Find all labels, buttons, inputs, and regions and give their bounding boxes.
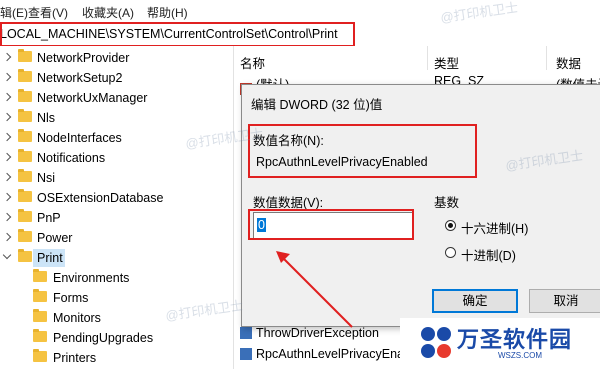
address-highlight-box	[0, 22, 355, 47]
ok-button[interactable]: 确定	[432, 289, 518, 313]
tree-item-label: PnP	[37, 211, 61, 225]
tree-item-label: NetworkUxManager	[37, 91, 148, 105]
tree-item-label: Forms	[53, 291, 89, 305]
tree-item-label: NetworkProvider	[37, 51, 130, 65]
chevron-right-icon[interactable]	[2, 192, 12, 202]
dialog-title: 编辑 DWORD (32 位)值	[251, 98, 383, 112]
tree-item-label: NodeInterfaces	[37, 131, 122, 145]
tree-item[interactable]: OSExtensionDatabase	[0, 188, 233, 208]
tree-item[interactable]: NetworkSetup2	[0, 68, 233, 88]
tree-item-label: Notifications	[37, 151, 106, 165]
cancel-button[interactable]: 取消	[529, 289, 600, 313]
tree-item-label: Environments	[53, 271, 130, 285]
menu-help[interactable]: 帮助(H)	[147, 4, 188, 21]
base-group-label: 基数	[434, 196, 460, 210]
dword-value-icon	[240, 348, 252, 360]
menu-favorites[interactable]: 收藏夹(A)	[82, 4, 134, 21]
folder-icon	[18, 189, 32, 202]
chevron-right-icon[interactable]	[2, 232, 12, 242]
chevron-right-icon[interactable]	[2, 72, 12, 82]
folder-icon	[18, 229, 32, 242]
tree-item[interactable]: Environments	[0, 268, 233, 288]
tree-item[interactable]: Power	[0, 228, 233, 248]
tree-item[interactable]: Nsi	[0, 168, 233, 188]
tree-item-label: NetworkSetup2	[37, 71, 123, 85]
tree-item-label: Printers	[53, 351, 97, 365]
site-logo: 万圣软件园 WSZS.COM	[400, 318, 600, 369]
menu-edit[interactable]: 辑(E)	[0, 4, 28, 21]
chevron-down-icon[interactable]	[2, 250, 12, 260]
chevron-right-icon[interactable]	[2, 212, 12, 222]
dword-value-icon	[240, 327, 252, 339]
folder-icon	[33, 329, 47, 342]
chevron-right-icon[interactable]	[2, 172, 12, 182]
tree-item[interactable]: PendingUpgrades	[0, 328, 233, 348]
logo-title: 万圣软件园	[457, 327, 573, 352]
tree-item[interactable]: PnP	[0, 208, 233, 228]
tree-item-label: Nls	[37, 111, 56, 125]
value-data-highlight-box	[248, 209, 414, 240]
column-header-name[interactable]: 名称	[240, 53, 265, 72]
folder-icon	[18, 69, 32, 82]
value-name: RpcAuthnLevelPrivacyEnab	[256, 347, 411, 361]
tree-item-label: Nsi	[37, 171, 56, 185]
logo-subtitle: WSZS.COM	[498, 351, 542, 360]
decimal-radio[interactable]	[445, 247, 456, 258]
tree-item[interactable]: NetworkProvider	[0, 48, 233, 68]
annotation-arrow	[276, 251, 353, 328]
tree-item[interactable]: Nls	[0, 108, 233, 128]
decimal-radio-label[interactable]: 十进制(D)	[461, 245, 516, 264]
column-divider[interactable]	[427, 46, 428, 70]
hex-radio[interactable]	[445, 220, 456, 231]
tree-item-print[interactable]: Print	[0, 248, 233, 268]
value-name-highlight-box	[248, 124, 477, 178]
tree-item-label: Power	[37, 231, 73, 245]
folder-icon	[18, 49, 32, 62]
folder-icon	[33, 289, 47, 302]
tree-item-label: PendingUpgrades	[53, 331, 154, 345]
tree-item-label: Print	[37, 251, 63, 265]
tree-item-label: Monitors	[53, 311, 101, 325]
chevron-right-icon[interactable]	[2, 112, 12, 122]
tree-item[interactable]: Notifications	[0, 148, 233, 168]
column-divider[interactable]	[546, 46, 547, 70]
folder-icon	[33, 269, 47, 282]
folder-icon	[18, 149, 32, 162]
chevron-right-icon[interactable]	[2, 152, 12, 162]
column-header-type[interactable]: 类型	[434, 53, 459, 72]
tree-item[interactable]: Printers	[0, 348, 233, 368]
logo-mark-icon	[421, 327, 451, 358]
tree-item-label: OSExtensionDatabase	[37, 191, 164, 205]
folder-icon	[18, 129, 32, 142]
chevron-right-icon[interactable]	[2, 132, 12, 142]
folder-icon	[33, 309, 47, 322]
folder-icon	[18, 249, 32, 262]
hex-radio-label[interactable]: 十六进制(H)	[461, 218, 528, 237]
folder-icon	[18, 209, 32, 222]
column-header-data[interactable]: 数据	[556, 53, 581, 72]
chevron-right-icon[interactable]	[2, 52, 12, 62]
folder-icon	[18, 109, 32, 122]
menu-view[interactable]: 查看(V)	[28, 4, 68, 21]
tree-item[interactable]: NetworkUxManager	[0, 88, 233, 108]
chevron-right-icon[interactable]	[2, 92, 12, 102]
registry-tree: NetworkProvider NetworkSetup2 NetworkUxM…	[0, 46, 233, 369]
folder-icon	[18, 169, 32, 182]
folder-icon	[18, 89, 32, 102]
folder-icon	[33, 349, 47, 362]
